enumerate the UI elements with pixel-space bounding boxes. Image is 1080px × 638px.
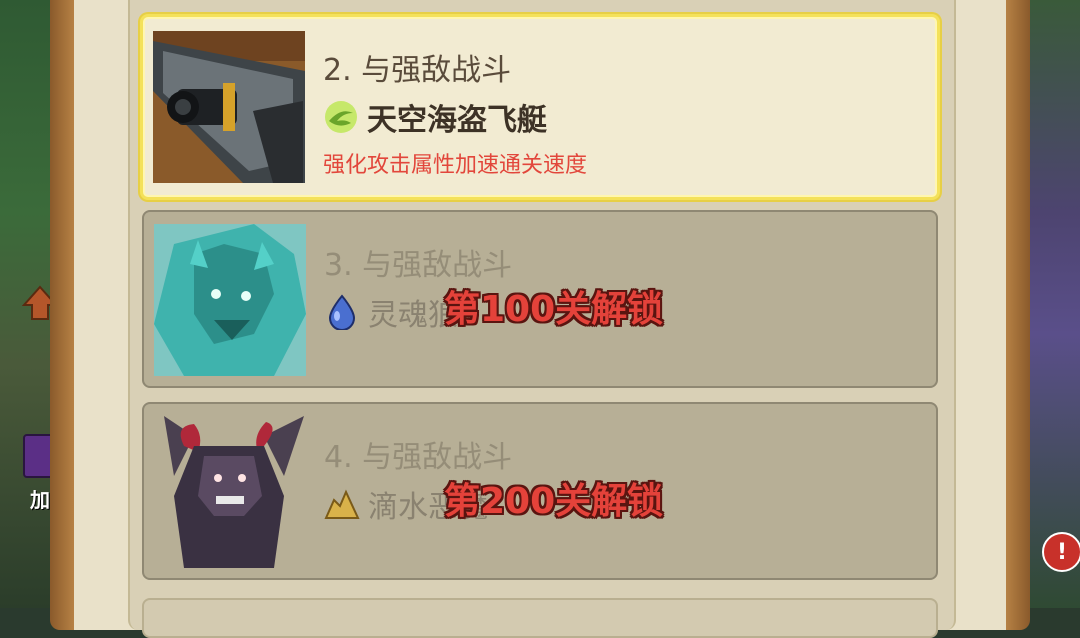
wind-icon <box>323 99 359 135</box>
side-menu-label: 加 <box>30 487 50 512</box>
stage-card-4[interactable]: 4. 与强敌战斗 滴水恶魔 第200关解锁 <box>142 402 938 580</box>
horned-demon-portrait <box>154 416 306 568</box>
stage-card-5[interactable] <box>142 598 938 638</box>
alert-icon[interactable]: ! <box>1042 532 1080 572</box>
stage-card-2[interactable]: 2. 与强敌战斗 天空海盗飞艇 强化攻击属性加速通关速度 <box>140 14 940 200</box>
unlock-requirement: 第100关解锁 <box>444 289 664 330</box>
enemy-name-row: 灵魂狼 <box>324 290 458 334</box>
enemy-name: 天空海盗飞艇 <box>367 103 547 138</box>
stage-title: 4. 与强敌战斗 <box>324 440 513 475</box>
airship-cannon-portrait <box>153 31 305 183</box>
spirit-wolf-portrait <box>154 224 306 376</box>
stage-title: 3. 与强敌战斗 <box>324 248 513 283</box>
unlock-requirement: 第200关解锁 <box>444 481 664 522</box>
game-world-background-right <box>1028 0 1080 608</box>
enemy-name-row: 天空海盗飞艇 <box>323 95 547 139</box>
water-drop-icon <box>324 294 360 330</box>
stage-description: 强化攻击属性加速通关速度 <box>323 153 588 178</box>
stage-title: 2. 与强敌战斗 <box>323 53 512 88</box>
earth-icon <box>324 486 360 522</box>
stage-card-3[interactable]: 3. 与强敌战斗 灵魂狼 第100关解锁 <box>142 210 938 388</box>
